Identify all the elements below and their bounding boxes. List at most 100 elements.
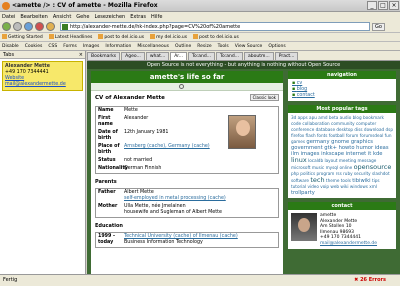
bookmark-latest-headlines[interactable]: Latest Headlines [49,34,93,40]
bookmark-getting-started[interactable]: Getting Started [2,34,43,40]
dev-disable[interactable]: Disable [2,44,19,49]
bookmark-post-delicious[interactable]: post to del.icio.us [98,34,144,40]
close-button[interactable]: × [389,1,399,10]
window-title: <amette /> : CV of amette - Mozilla Fire… [12,2,158,9]
dev-view-source[interactable]: View Source [235,44,263,49]
tab-7[interactable]: Pract... [274,52,299,60]
contact-details: amette Alexander Mette Am Stollen 10 Ilm… [288,210,396,249]
right-column: navigation cv blog contact Most popular … [288,71,396,253]
row-key: Father [98,190,116,195]
contact-box: contact amette Alexander Mette Am Stolle… [288,202,396,249]
sidebar: Tabs × Alexander Mette +49 170 7344441 W… [0,51,86,274]
main-column: amette's life so far CV of Alexander Met… [91,71,283,274]
error-count-badge[interactable]: 26 Errors [354,275,386,286]
tag-cloud: 3d apps apu amd beta audio blog bookmark… [288,113,396,198]
dev-resize[interactable]: Resize [197,44,211,49]
table-row: 1999 - today Technical University (cache)… [96,233,278,247]
table-row: Status not married [96,157,278,165]
contact-title: contact [288,202,396,210]
status-text: Fertig [3,277,18,283]
tag-link[interactable]: tech [310,176,324,184]
tag-link[interactable]: trollparty [291,190,315,196]
row-key: Nationality [98,166,128,171]
menu-tools[interactable]: Extras [130,14,146,20]
close-icon[interactable]: × [79,51,83,59]
row-key: Date of birth [98,130,118,141]
maximize-button[interactable]: □ [378,1,388,10]
menu-file[interactable]: Datei [2,14,15,20]
menu-edit[interactable]: Bearbeiten [20,14,47,20]
row-value-2: Business Information Technology [124,240,203,245]
nav-link-contact[interactable]: contact [292,93,392,99]
dev-outline[interactable]: Outline [175,44,191,49]
dev-options[interactable]: Options [268,44,285,49]
forward-icon[interactable] [13,22,22,31]
row-value: not married [124,158,153,163]
navigation-title: navigation [288,71,396,79]
tag-link[interactable]: opensource [354,163,392,171]
bookmark-my-delicious[interactable]: my del.icio.us [150,34,187,40]
dev-tools[interactable]: Tools [218,44,229,49]
tab-1[interactable]: Ageo... [121,52,145,60]
dev-images[interactable]: Images [83,44,99,49]
dev-misc[interactable]: Miscellaneous [137,44,169,49]
stop-icon[interactable] [35,22,44,31]
row-value: German Finnish [124,166,162,171]
tag-link[interactable]: germany gnome graphics government gtk+ h… [291,139,389,157]
parents-title: Parents [95,179,117,185]
search-icon[interactable] [179,84,184,89]
tags-title: Most popular tags [288,105,396,113]
cv-heading: CV of Alexander Mette [95,94,165,101]
dev-information[interactable]: Information [105,44,131,49]
row-value: Mette [124,108,138,113]
table-row: Name Mette [96,107,278,115]
tab-4[interactable]: To:and... [188,52,216,60]
title-bar: <amette /> : CV of amette - Mozilla Fire… [0,0,400,12]
menu-go[interactable]: Gehe [76,14,89,20]
card-email-link[interactable]: mail@alexandermette.de [5,82,80,88]
web-developer-toolbar: Disable Cookies CSS Forms Images Informa… [0,42,400,51]
reload-icon[interactable] [24,22,33,31]
tab-2[interactable]: what... [145,52,170,60]
tag-link[interactable]: linux [291,156,307,164]
menu-help[interactable]: Hilfe [151,14,162,20]
url-input[interactable]: http://alexander-mette.de/hk-index.php?p… [60,22,370,31]
browser-window: <amette /> : CV of amette - Mozilla Fire… [0,0,400,286]
row-key: 1999 - today [98,234,116,245]
dev-css[interactable]: CSS [48,44,57,49]
tab-5[interactable]: To:and... [216,52,244,60]
tag-link[interactable]: theme tools [326,178,351,183]
tab-bar: Bookmarks Ageo... what... Ar... To:and..… [87,51,400,61]
firefox-icon [2,2,10,10]
personal-table: Name Mette First name Alexander Date of bi… [95,106,279,174]
birthplace-link[interactable]: Arnsberg (cache), Germany (cache) [124,144,210,149]
home-icon[interactable] [46,22,55,31]
father-job-link[interactable]: self-employed in metal processing (cache… [124,196,226,201]
navigation-box: navigation cv blog contact [288,71,396,101]
status-bar: Fertig 26 Errors [0,274,400,286]
menu-view[interactable]: Ansicht [53,14,71,20]
back-icon[interactable] [2,22,11,31]
classic-look-button[interactable]: Classic look [249,94,279,101]
menu-bar: Datei Bearbeiten Ansicht Gehe Lesezeiche… [0,12,400,21]
contact-photo [291,213,317,241]
contact-email-link[interactable]: mail@alexandermette.de [320,241,377,246]
go-button[interactable]: Go [372,22,385,31]
search-row [91,83,283,91]
dev-cookies[interactable]: Cookies [25,44,43,49]
tags-box: Most popular tags 3d apps apu amd beta a… [288,105,396,198]
dev-forms[interactable]: Forms [63,44,77,49]
tab-0[interactable]: Bookmarks [87,52,121,60]
minimize-button[interactable]: _ [367,1,377,10]
row-key: Status [98,158,116,163]
row-key: Name [98,108,114,113]
tab-3[interactable]: Ar... [170,52,187,60]
table-row: Father Albert Mette self-employed in metal… [96,189,278,203]
menu-bookmarks[interactable]: Lesezeichen [95,14,126,20]
bookmark-post-delicious-2[interactable]: post to del.icio.us [193,34,239,40]
parents-table: Father Albert Mette self-employed in metal… [95,188,279,218]
tab-6[interactable]: aboutm... [244,52,274,60]
bookmarks-toolbar: Getting Started Latest Headlines post to… [0,33,400,42]
education-table: 1999 - today Technical University (cache)… [95,232,279,248]
row-key: First name [98,116,113,127]
